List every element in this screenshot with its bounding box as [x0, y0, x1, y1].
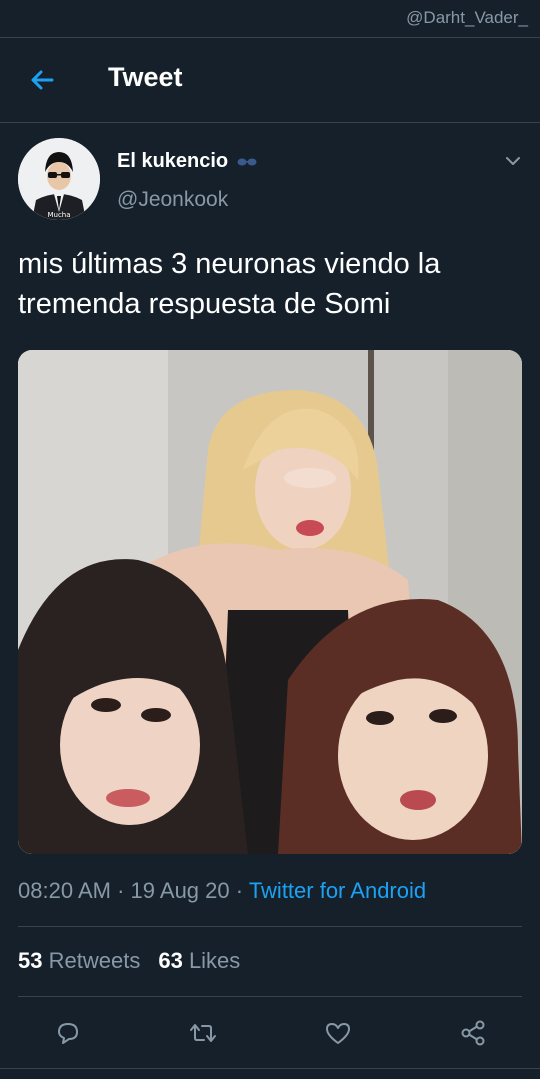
like-icon[interactable] [323, 1018, 353, 1048]
divider [18, 996, 522, 997]
divider [0, 122, 540, 123]
tweet-time: 08:20 AM [18, 878, 111, 903]
likes-stat[interactable]: 63 Likes [158, 948, 240, 974]
retweet-icon[interactable] [188, 1018, 218, 1048]
tweet-photo[interactable] [18, 350, 522, 854]
tweet-date: 19 Aug 20 [130, 878, 230, 903]
header-bar: Tweet [0, 38, 540, 122]
retweets-stat[interactable]: 53 Retweets [18, 948, 140, 974]
action-bar [0, 1000, 540, 1066]
author-name[interactable]: El kukencio [117, 150, 228, 173]
header-title: Tweet [108, 62, 183, 92]
likes-count: 63 [158, 948, 183, 973]
tweet-stats: 53 Retweets 63 Likes [18, 948, 240, 974]
share-icon[interactable] [458, 1018, 488, 1048]
avatar[interactable]: Mucha [18, 138, 100, 220]
tweet-text: mis últimas 3 neuronas viendo la tremend… [18, 248, 441, 320]
likes-label: Likes [188, 948, 241, 973]
retweets-count: 53 [18, 948, 43, 973]
tweet-source-link[interactable]: Twitter for Android [249, 878, 426, 903]
author-handle[interactable]: @Jeonkook [117, 188, 228, 212]
author-name-row[interactable]: El kukencio [117, 150, 258, 173]
sunglasses-icon [237, 158, 257, 165]
watermark: @Darht_Vader_ [406, 8, 528, 27]
back-arrow-icon[interactable] [26, 64, 58, 96]
tweet-meta: 08:20 AM · 19 Aug 20 · Twitter for Andro… [18, 878, 426, 904]
divider [18, 926, 522, 927]
chevron-down-icon[interactable] [502, 150, 524, 172]
avatar-caption: Mucha [47, 211, 70, 219]
divider [0, 1068, 540, 1069]
meta-separator: · [117, 878, 131, 903]
reply-icon[interactable] [53, 1018, 83, 1048]
retweets-label: Retweets [48, 948, 141, 973]
meta-separator: · [235, 878, 249, 903]
